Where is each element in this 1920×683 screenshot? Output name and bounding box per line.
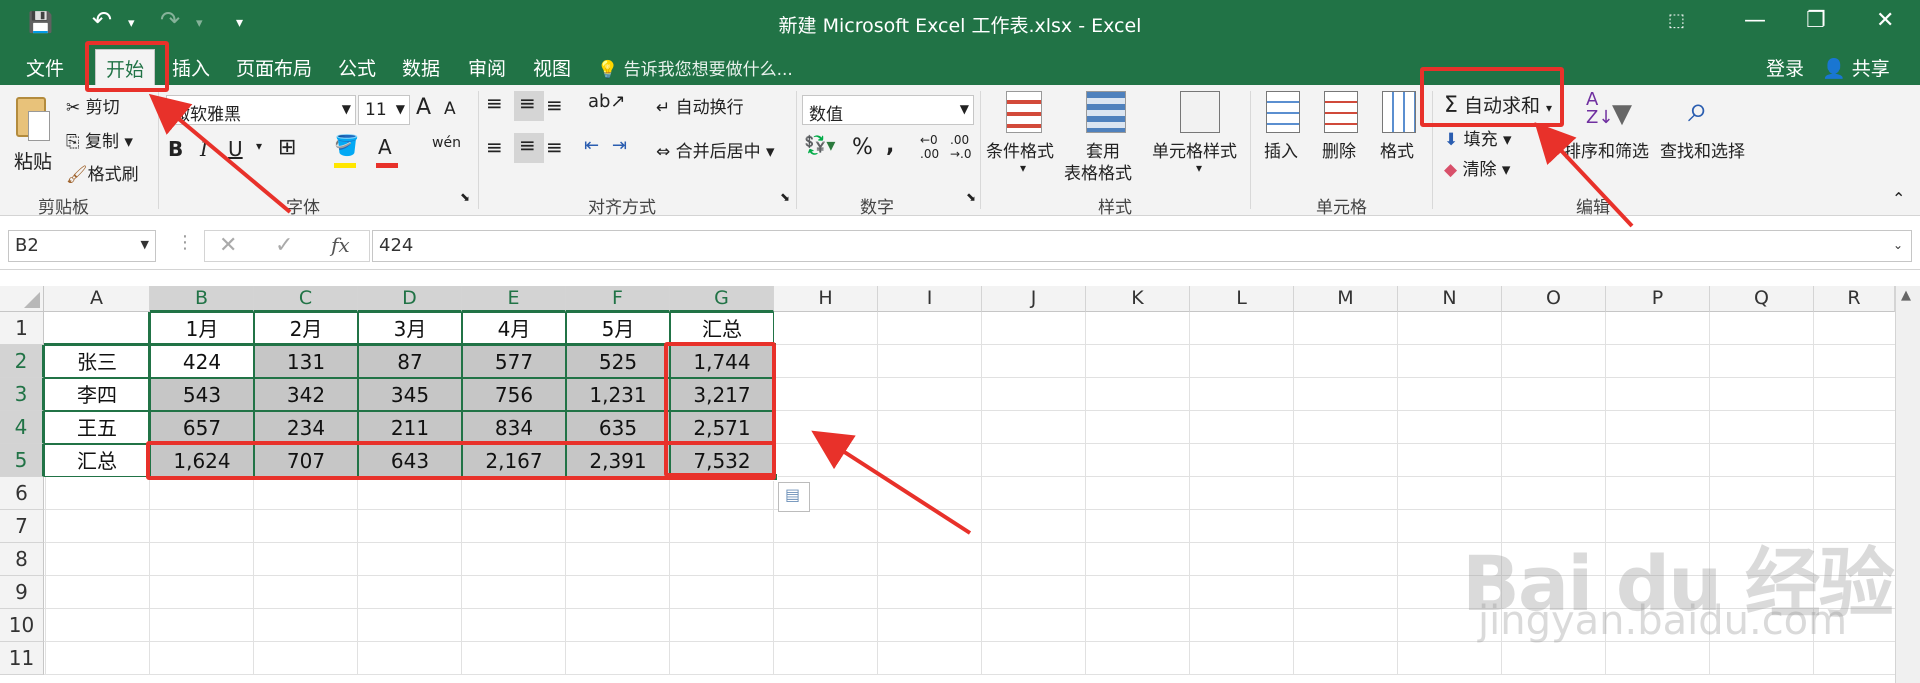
vertical-scrollbar[interactable]: ▲: [1895, 286, 1920, 683]
scroll-up-icon[interactable]: ▲: [1901, 288, 1911, 303]
arrow-to-totals: [811, 430, 972, 535]
watermark-url: jingyan.baidu.com: [1478, 598, 1848, 644]
arrow-to-home-tab: [148, 93, 292, 214]
arrow-to-autosum: [1534, 122, 1634, 228]
